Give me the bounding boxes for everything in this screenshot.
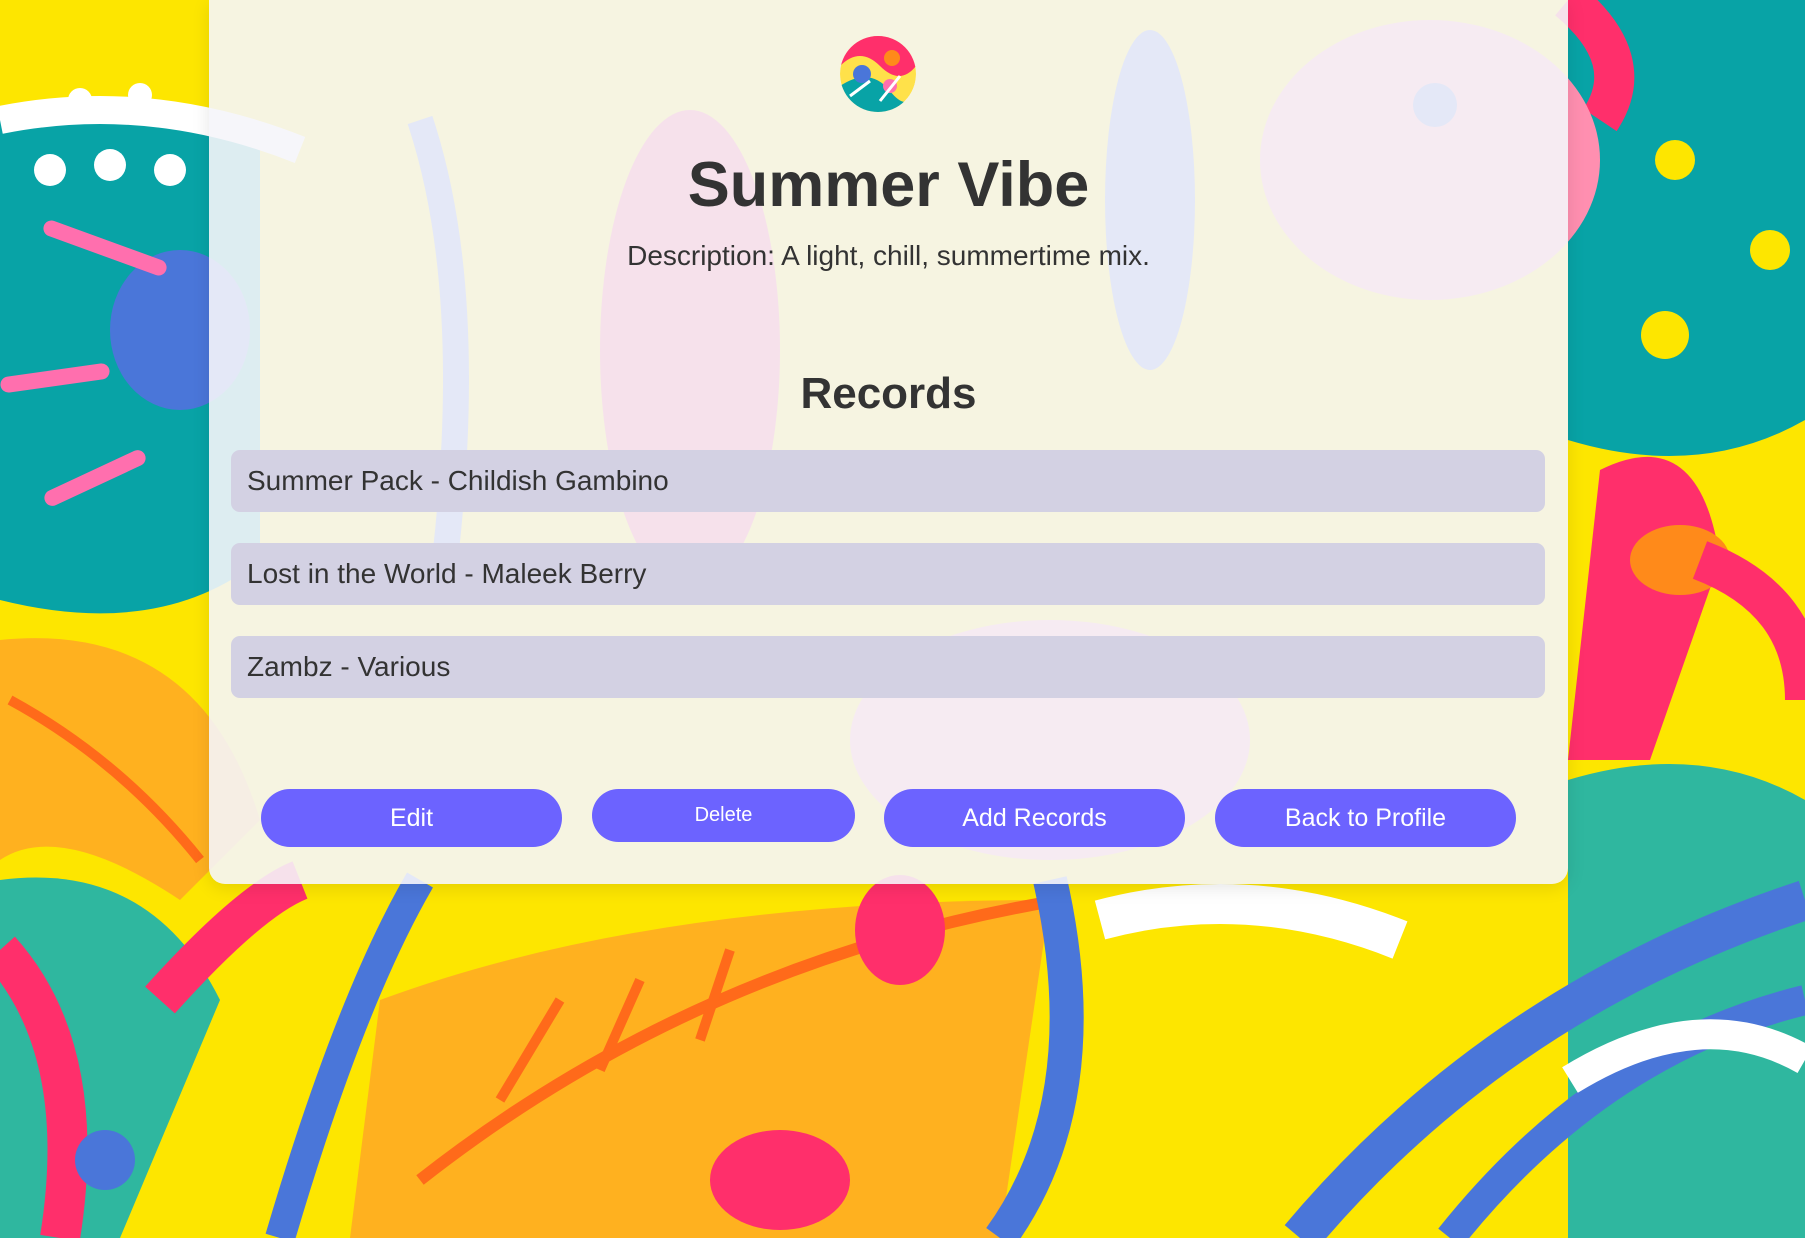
cover-art-image	[840, 36, 916, 112]
record-item[interactable]: Summer Pack - Childish Gambino	[231, 450, 1545, 512]
playlist-card: Summer Vibe Description: A light, chill,…	[209, 0, 1568, 884]
playlist-cover-avatar	[840, 36, 916, 112]
add-records-button[interactable]: Add Records	[884, 789, 1185, 847]
playlist-title: Summer Vibe	[687, 150, 1090, 220]
records-heading: Records	[800, 369, 977, 418]
delete-button[interactable]: Delete	[592, 789, 855, 842]
record-list: Summer Pack - Childish Gambino Lost in t…	[231, 450, 1545, 729]
record-item[interactable]: Zambz - Various	[231, 636, 1545, 698]
back-to-profile-button[interactable]: Back to Profile	[1215, 789, 1516, 847]
edit-button[interactable]: Edit	[261, 789, 562, 847]
playlist-description: Description: A light, chill, summertime …	[627, 240, 1150, 271]
record-item[interactable]: Lost in the World - Maleek Berry	[231, 543, 1545, 605]
